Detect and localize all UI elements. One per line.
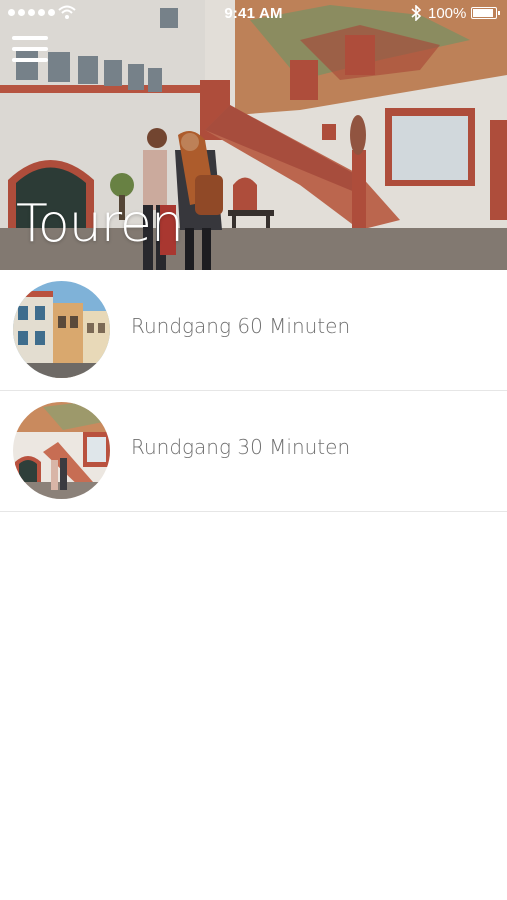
tour-list: Rundgang 60 Minuten Rundgang 30 Minuten — [0, 270, 507, 512]
hero-header: 9:41 AM 100% Touren — [0, 0, 507, 270]
battery-percentage: 100% — [428, 5, 467, 22]
hamburger-menu-icon[interactable] — [12, 36, 50, 66]
page-title: Touren — [16, 194, 184, 254]
tour-label: Rundgang 60 Minuten — [131, 314, 351, 338]
tour-label: Rundgang 30 Minuten — [131, 435, 351, 459]
tour-item-60-minutes[interactable]: Rundgang 60 Minuten — [0, 270, 507, 391]
street-photo-thumbnail — [13, 281, 110, 378]
tour-item-30-minutes[interactable]: Rundgang 30 Minuten — [0, 391, 507, 512]
courtyard-photo-thumbnail — [13, 402, 110, 499]
bluetooth-icon — [411, 5, 422, 21]
battery-icon — [471, 7, 500, 19]
status-bar: 9:41 AM 100% — [0, 0, 507, 28]
